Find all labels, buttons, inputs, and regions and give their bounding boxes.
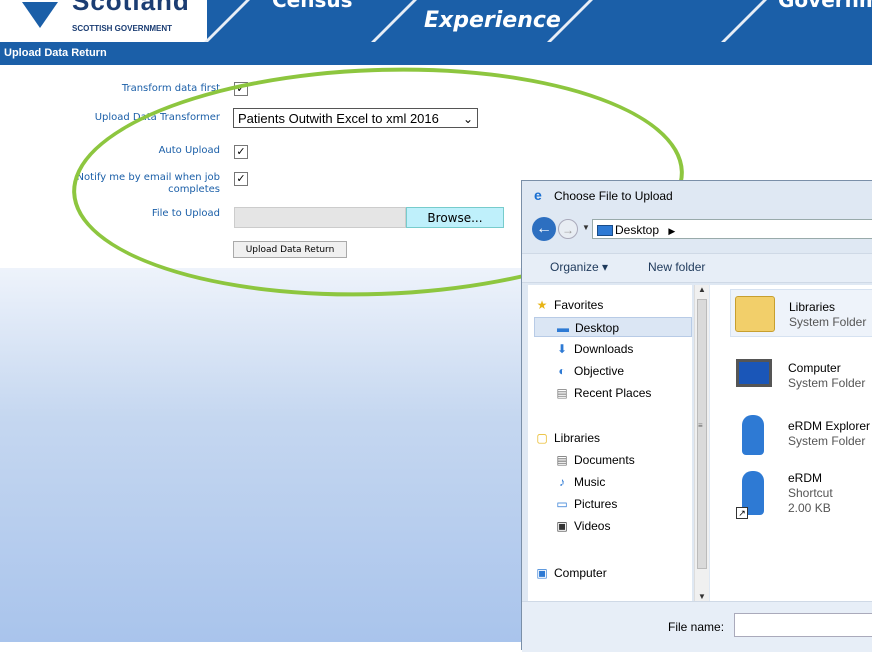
banner-divider <box>204 0 250 42</box>
nav-label: Pictures <box>574 497 618 511</box>
file-item-computer[interactable]: Computer System Folder <box>730 355 872 399</box>
organize-button[interactable]: Organize ▾ <box>550 260 608 274</box>
banner-divider <box>721 0 767 42</box>
breadcrumb-arrow-icon[interactable]: ▶ <box>668 226 675 236</box>
scroll-down-icon[interactable]: ▼ <box>698 592 706 601</box>
star-icon: ★ <box>536 298 548 312</box>
scroll-up-icon[interactable]: ▲ <box>698 285 706 294</box>
saltire-shield-icon <box>22 2 58 28</box>
file-type: System Folder <box>788 376 866 390</box>
file-item-libraries[interactable]: Libraries System Folder <box>730 289 872 337</box>
file-item-erdm[interactable]: ↗ eRDM Shortcut 2.00 KB <box>730 467 872 527</box>
file-name: eRDM Explorer <box>788 419 871 433</box>
file-item-erdm-explorer[interactable]: eRDM Explorer System Folder <box>730 411 872 459</box>
choose-file-dialog: e Choose File to Upload ← → ▼ Desktop ▶ … <box>521 180 872 652</box>
navigation-pane: ★ Favorites ▬ Desktop ⬇ Downloads ◐ Objectiv… <box>528 285 692 601</box>
erdm-explorer-icon <box>742 415 764 455</box>
nav-label: Computer <box>554 566 607 580</box>
nav-pictures[interactable]: ▭ Pictures <box>554 494 617 514</box>
section-titlebar: Upload Data Return <box>0 42 872 65</box>
file-name-label: File name: <box>668 620 725 634</box>
file-type: Shortcut <box>788 486 833 500</box>
file-size: 2.00 KB <box>788 501 831 515</box>
nav-label: Libraries <box>554 431 601 445</box>
logo-subtitle: SCOTTISH GOVERNMENT <box>72 24 173 33</box>
forward-arrow-icon[interactable]: → <box>558 219 578 239</box>
computer-monitor-icon <box>736 359 772 387</box>
address-text: Desktop <box>615 223 660 237</box>
nav-recent-places[interactable]: ▤ Recent Places <box>554 383 651 403</box>
nav-favorites[interactable]: ★ Favorites <box>534 295 604 315</box>
downloads-icon: ⬇ <box>556 342 568 356</box>
nav-objective[interactable]: ◐ Objective <box>554 361 624 381</box>
dialog-title: Choose File to Upload <box>554 189 673 203</box>
nav-libraries[interactable]: ▢ Libraries <box>534 428 600 448</box>
file-name: Computer <box>788 361 841 375</box>
banner-item-census[interactable]: Census <box>272 0 353 12</box>
file-list: Libraries System Folder Computer System Fo… <box>710 285 872 601</box>
shortcut-arrow-icon: ↗ <box>736 507 748 519</box>
documents-icon: ▤ <box>556 453 568 467</box>
nav-label: Recent Places <box>574 386 652 400</box>
logo-word: Scotland <box>72 0 190 16</box>
banner-item-government[interactable]: Government <box>778 0 872 12</box>
videos-icon: ▣ <box>556 519 568 533</box>
nav-label: Objective <box>574 364 625 378</box>
ie-icon: e <box>534 187 542 203</box>
file-type: System Folder <box>789 315 867 329</box>
nav-desktop[interactable]: ▬ Desktop <box>534 317 692 337</box>
history-dropdown-icon[interactable]: ▼ <box>582 223 590 232</box>
nav-downloads[interactable]: ⬇ Downloads <box>554 339 633 359</box>
banner-divider <box>371 0 417 42</box>
section-title: Upload Data Return <box>4 47 107 59</box>
dialog-toolbar: Organize ▾ New folder <box>522 253 872 283</box>
desktop-icon: ▬ <box>557 321 569 335</box>
pictures-icon: ▭ <box>556 497 568 511</box>
file-name: eRDM <box>788 471 823 485</box>
file-type: System Folder <box>788 434 866 448</box>
nav-computer[interactable]: ▣ Computer <box>534 563 607 583</box>
desktop-icon <box>597 225 613 236</box>
music-icon: ♪ <box>559 475 565 489</box>
nav-label: Desktop <box>575 321 620 335</box>
scroll-grip-icon: ≡ <box>698 421 703 430</box>
nav-videos[interactable]: ▣ Videos <box>554 516 610 536</box>
computer-icon: ▣ <box>536 566 548 580</box>
libraries-folder-icon <box>735 296 775 332</box>
scrollbar-thumb[interactable] <box>697 299 707 569</box>
header-banner: Scotland SCOTTISH GOVERNMENT Census Expe… <box>0 0 872 42</box>
nav-label: Downloads <box>574 342 634 356</box>
file-name: Libraries <box>789 300 836 314</box>
address-bar[interactable]: Desktop ▶ <box>592 219 872 239</box>
nav-music[interactable]: ♪ Music <box>554 472 605 492</box>
new-folder-button[interactable]: New folder <box>648 260 705 274</box>
scotland-logo[interactable]: Scotland SCOTTISH GOVERNMENT <box>0 0 207 42</box>
back-arrow-icon[interactable]: ← <box>532 217 556 241</box>
recent-places-icon: ▤ <box>556 386 568 400</box>
page-background-panel <box>0 268 530 642</box>
libraries-icon: ▢ <box>536 431 548 445</box>
nav-label: Favorites <box>554 298 604 312</box>
address-bar-row: ← → ▼ Desktop ▶ <box>530 215 872 243</box>
file-name-bar: File name: <box>522 601 872 652</box>
file-name-input[interactable] <box>734 613 872 637</box>
nav-documents[interactable]: ▤ Documents <box>554 450 635 470</box>
objective-icon: ◐ <box>558 364 566 378</box>
nav-scrollbar[interactable]: ▲ ≡ ▼ <box>694 285 709 601</box>
nav-label: Videos <box>574 519 611 533</box>
nav-label: Music <box>574 475 606 489</box>
banner-item-experience[interactable]: Experience <box>424 8 561 33</box>
nav-label: Documents <box>574 453 635 467</box>
